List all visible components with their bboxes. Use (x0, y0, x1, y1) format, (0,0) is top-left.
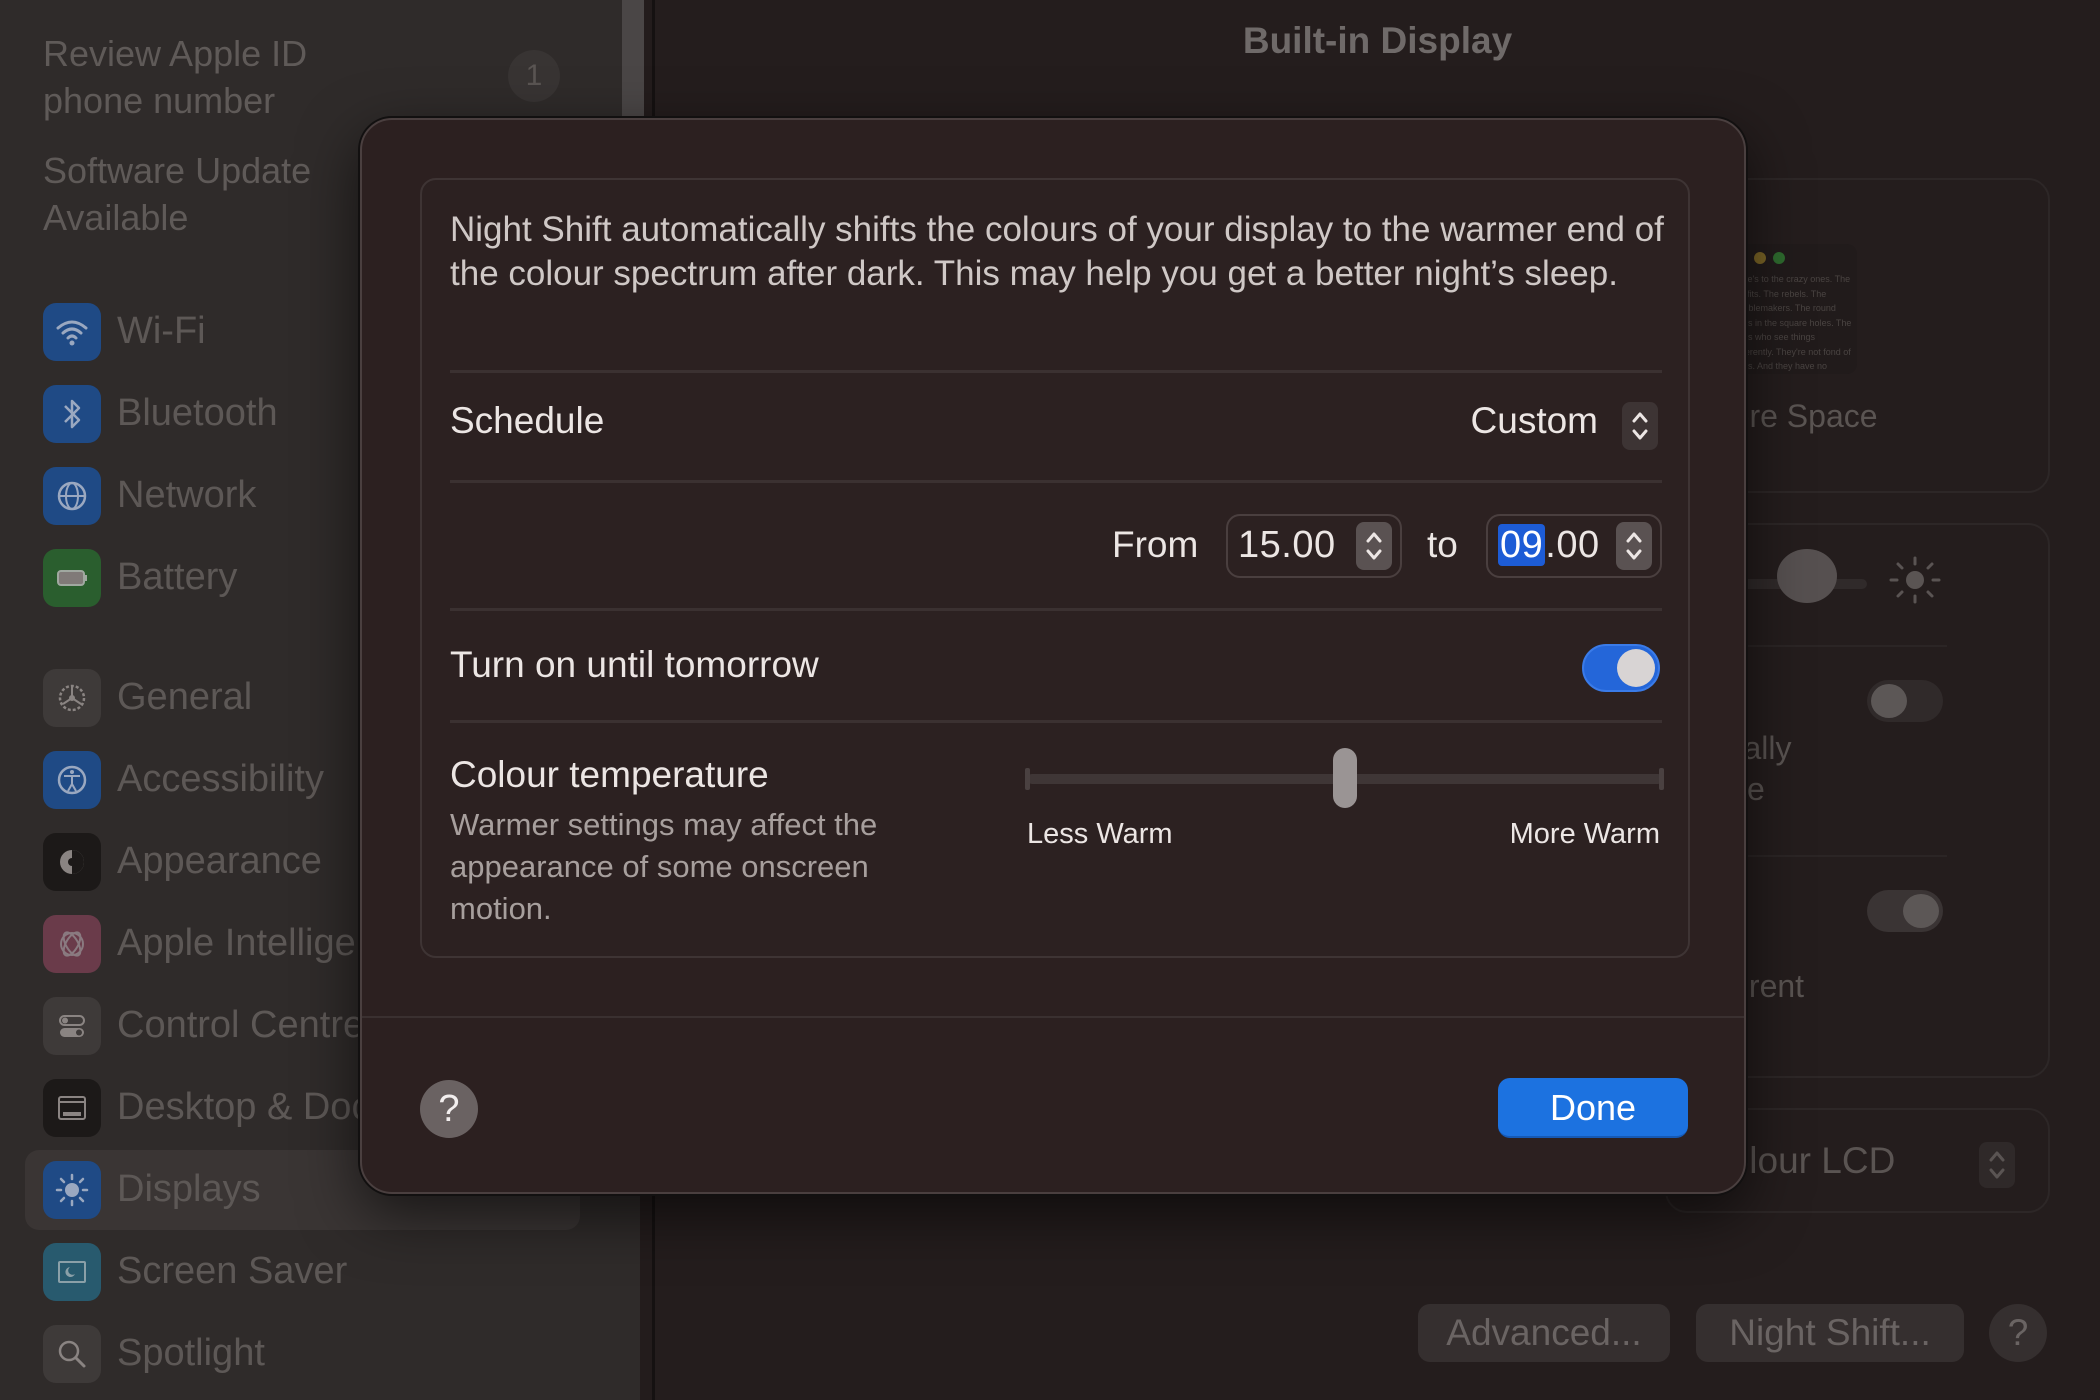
appearance-icon (43, 833, 101, 891)
to-time-hour-selected[interactable]: 09 (1498, 524, 1546, 566)
zoom-dot-icon (1773, 252, 1785, 264)
battery-icon (43, 549, 101, 607)
wifi-icon (43, 303, 101, 361)
sidebar-item-label: Desktop & Dock (117, 1086, 390, 1128)
sidebar-item-label: Spotlight (117, 1332, 265, 1374)
notice-review-apple-id-line2: phone number (43, 80, 276, 121)
spotlight-icon (43, 1325, 101, 1383)
sidebar-item-label: Wi-Fi (117, 310, 206, 352)
to-time-value[interactable]: 09.00 (1498, 524, 1600, 567)
sidebar-item-label: General (117, 676, 253, 718)
divider (450, 720, 1662, 723)
auto-brightness-toggle[interactable] (1867, 680, 1943, 722)
preview-text: Here's to the crazy ones. The misfits. T… (1733, 274, 1852, 371)
notice-software-update-line1: Software Update (43, 150, 312, 191)
divider (450, 370, 1662, 373)
sidebar-item-label: Bluetooth (117, 392, 278, 434)
notification-badge: 1 (508, 50, 560, 102)
colour-profile-stepper[interactable] (1979, 1142, 2015, 1188)
notice-review-apple-id[interactable]: Review Apple ID phone number (43, 30, 307, 124)
sun-icon (1889, 556, 1941, 604)
sidebar-item-label: Network (117, 474, 257, 516)
control-centre-icon (43, 997, 101, 1055)
sidebar-item-screen-saver[interactable]: Screen Saver (25, 1232, 580, 1312)
bluetooth-icon (43, 385, 101, 443)
turn-on-until-tomorrow-label: Turn on until tomorrow (450, 644, 819, 685)
page-title: Built-in Display (1242, 20, 1513, 61)
chevron-updown-icon (1366, 532, 1382, 560)
globe-icon (43, 467, 101, 525)
to-time-stepper[interactable] (1616, 522, 1652, 570)
dialog-footer-divider (362, 1016, 1744, 1018)
sidebar-item-label: Appearance (117, 840, 322, 882)
divider (450, 608, 1662, 611)
colour-temperature-slider-thumb[interactable] (1333, 748, 1357, 808)
night-shift-dialog: Night Shift automatically shifts the col… (360, 118, 1746, 1194)
displays-icon (43, 1161, 101, 1219)
night-shift-description: Night Shift automatically shifts the col… (450, 210, 1664, 293)
night-shift-button[interactable]: Night Shift... (1696, 1304, 1964, 1362)
to-time-minutes[interactable]: .00 (1545, 524, 1599, 566)
slider-max-tick (1659, 768, 1664, 790)
turn-on-until-tomorrow-toggle[interactable] (1582, 644, 1660, 692)
help-button-background[interactable]: ? (1989, 1304, 2047, 1362)
chevron-updown-icon (1989, 1151, 2005, 1179)
notice-software-update[interactable]: Software Update Available (43, 147, 311, 241)
sidebar-item-spotlight[interactable]: Spotlight (25, 1314, 580, 1394)
chevron-updown-icon (1632, 412, 1648, 440)
schedule-popup-button[interactable] (1622, 402, 1658, 450)
sidebar-item-label: Control Centre (117, 1004, 365, 1046)
advanced-button[interactable]: Advanced... (1418, 1304, 1670, 1362)
less-warm-label: Less Warm (1027, 818, 1173, 850)
sidebar-item-label: Displays (117, 1168, 261, 1210)
slider-min-tick (1025, 768, 1030, 790)
screen-saver-icon (43, 1243, 101, 1301)
from-time-stepper[interactable] (1356, 522, 1392, 570)
preview-window: Here's to the crazy ones. The misfits. T… (1727, 244, 1857, 374)
divider (450, 480, 1662, 483)
from-time-field[interactable]: 15.00 (1226, 514, 1402, 578)
done-button[interactable]: Done (1498, 1078, 1688, 1138)
from-time-value[interactable]: 15.00 (1238, 524, 1336, 567)
minimize-dot-icon (1754, 252, 1766, 264)
schedule-label: Schedule (450, 400, 605, 441)
accessibility-icon (43, 751, 101, 809)
desktop-dock-icon (43, 1079, 101, 1137)
sidebar-item-label: Accessibility (117, 758, 324, 800)
brightness-slider-thumb[interactable] (1777, 549, 1837, 603)
toggle-knob (1903, 894, 1939, 928)
notice-software-update-line2: Available (43, 197, 189, 238)
notice-review-apple-id-line1: Review Apple ID (43, 33, 308, 74)
night-shift-settings-group: Night Shift automatically shifts the col… (420, 178, 1690, 958)
to-label: to (1427, 524, 1458, 565)
more-warm-label: More Warm (1509, 818, 1660, 850)
help-button[interactable]: ? (420, 1080, 478, 1138)
toggle-knob (1617, 649, 1655, 687)
chevron-updown-icon (1626, 532, 1642, 560)
colour-temperature-label: Colour temperature (450, 754, 769, 795)
true-tone-toggle[interactable] (1867, 890, 1943, 932)
colour-temperature-note: Warmer settings may affect the appearanc… (450, 807, 878, 926)
from-label: From (1112, 524, 1199, 565)
sidebar-item-label: Battery (117, 556, 238, 598)
schedule-popup-value[interactable]: Custom (1471, 400, 1598, 442)
gear-icon (43, 669, 101, 727)
toggle-knob (1871, 684, 1907, 718)
to-time-field[interactable]: 09.00 (1486, 514, 1662, 578)
sidebar-scrollbar[interactable] (622, 0, 644, 118)
apple-intelligence-icon (43, 915, 101, 973)
sidebar-item-label: Screen Saver (117, 1250, 348, 1292)
